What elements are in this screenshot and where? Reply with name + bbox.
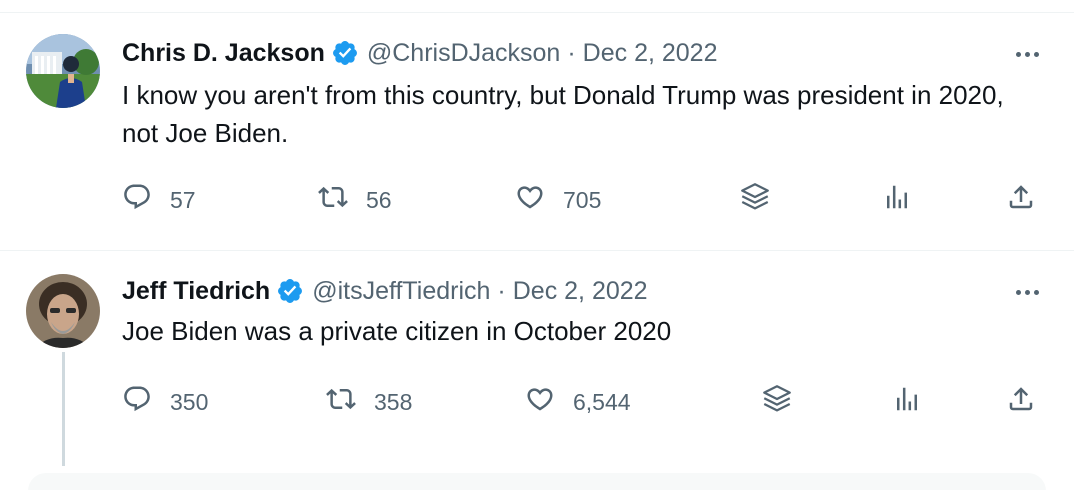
more-dots-icon[interactable] [1010,44,1044,64]
like-count: 6,544 [573,388,631,415]
retweet-button[interactable]: 56 [318,180,392,220]
thread-line [62,352,65,466]
retweet-count: 56 [366,186,392,213]
like-button[interactable]: 705 [515,180,601,220]
timestamp[interactable]: Dec 2, 2022 [583,39,718,68]
layers-icon [738,180,772,220]
heart-icon [525,384,555,420]
tweet-text: I know you aren't from this country, but… [122,80,1004,148]
more-dots-icon[interactable] [1010,282,1044,302]
share-icon [1006,182,1036,218]
reply-count: 57 [170,186,196,213]
separator-dot: · [567,38,576,67]
analytics-icon [882,182,912,218]
top-divider [0,12,1074,13]
display-name[interactable]: Chris D. Jackson [122,39,325,68]
share-button[interactable] [1006,180,1036,220]
retweet-icon [318,182,348,218]
separator-dot: · [497,276,506,305]
tweet-header: Chris D. Jackson @ChrisDJackson · Dec 2,… [122,36,718,70]
timestamp[interactable]: Dec 2, 2022 [513,277,648,306]
handle[interactable]: @ChrisDJackson [367,39,560,68]
like-count: 705 [563,186,602,213]
reply-bubble-icon [122,384,152,420]
verified-badge-icon [276,277,304,305]
layers-button[interactable] [738,180,772,220]
avatar[interactable] [26,34,100,108]
views-button[interactable] [892,382,922,422]
tweet-text: Joe Biden was a private citizen in Octob… [122,316,672,346]
share-button[interactable] [1006,382,1036,422]
tweet-actions: 57 56 705 [0,180,1074,220]
handle[interactable]: @itsJeffTiedrich [312,277,490,306]
avatar[interactable] [26,274,100,348]
share-icon [1006,384,1036,420]
reply-composer[interactable] [28,473,1046,490]
layers-icon [760,382,794,422]
reply-bubble-icon [122,182,152,218]
retweet-button[interactable]: 358 [326,382,412,422]
tweet-header: Jeff Tiedrich @itsJeffTiedrich · Dec 2, … [122,274,648,308]
like-button[interactable]: 6,544 [525,382,631,422]
display-name[interactable]: Jeff Tiedrich [122,277,270,306]
tweet-actions: 350 358 6,544 [0,382,1074,422]
analytics-icon [892,384,922,420]
heart-icon [515,182,545,218]
reply-button[interactable]: 57 [122,180,196,220]
layers-button[interactable] [760,382,794,422]
retweet-count: 358 [374,388,413,415]
reply-button[interactable]: 350 [122,382,208,422]
retweet-icon [326,384,356,420]
verified-badge-icon [331,39,359,67]
tweet-divider [0,250,1074,251]
reply-count: 350 [170,388,209,415]
views-button[interactable] [882,180,912,220]
